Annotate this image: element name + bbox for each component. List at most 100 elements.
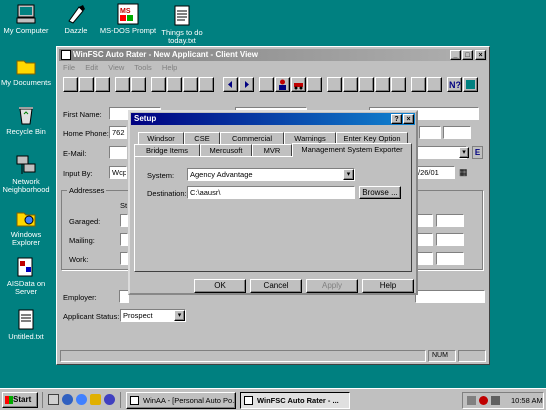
cut-icon[interactable] (151, 77, 166, 92)
help-icon[interactable]: N? (447, 77, 462, 92)
network-icon (15, 154, 37, 176)
tab-mercusoft[interactable]: Mercusoft (200, 144, 252, 156)
tool-icon-3[interactable] (359, 77, 374, 92)
toolbar: N? (61, 77, 486, 94)
email-label: E-Mail: (63, 149, 87, 158)
phone-field-2[interactable] (419, 126, 441, 139)
tab-cse[interactable]: CSE (184, 132, 220, 144)
app-title-bar[interactable]: WinFSC Auto Rater - New Applicant - Clie… (59, 49, 487, 61)
email-dropdown-button[interactable]: ▾ (459, 147, 469, 158)
tab-mvr[interactable]: MVR (252, 144, 292, 156)
prev-icon[interactable] (223, 77, 238, 92)
email-field[interactable] (109, 146, 127, 159)
calendar-icon[interactable]: ▦ (459, 166, 470, 179)
start-button[interactable]: Start (2, 392, 38, 408)
email-e-button[interactable]: E (472, 146, 483, 159)
taskbar-item-winaa[interactable]: WinAA - [Personal Auto Po... (126, 392, 236, 409)
driver-icon[interactable] (307, 77, 322, 92)
delete-icon[interactable] (199, 77, 214, 92)
list-icon[interactable] (427, 77, 442, 92)
desktop-icon-label: AISData on Server (6, 279, 46, 296)
grid-icon[interactable] (411, 77, 426, 92)
mailing-street-field[interactable] (120, 233, 128, 246)
quick-launch-mail-icon[interactable] (90, 394, 101, 405)
date-field[interactable]: /26/01 (415, 166, 455, 179)
tray-icon-2[interactable] (479, 396, 488, 405)
car-icon[interactable] (291, 77, 306, 92)
desktop-icon-label: MS-DOS Prompt (99, 26, 157, 35)
menu-edit[interactable]: Edit (85, 63, 98, 72)
desktop-icon-my-documents[interactable]: My Documents (0, 55, 56, 87)
minimize-button[interactable]: _ (450, 50, 461, 60)
taskbar-item-winfsc[interactable]: WinFSC Auto Rater - ... (240, 392, 350, 409)
calc-icon[interactable] (391, 77, 406, 92)
setup-title-bar[interactable]: Setup ? × (131, 113, 415, 125)
open-icon[interactable] (79, 77, 94, 92)
system-select[interactable]: Agency Advantage (187, 168, 355, 181)
menu-view[interactable]: View (108, 63, 124, 72)
chevron-down-icon[interactable]: ▾ (343, 169, 354, 180)
desktop-icon-label: Dazzle (64, 26, 88, 35)
desktop-icon-recycle-bin[interactable]: Recycle Bin (0, 104, 56, 136)
tray-icon-1[interactable] (467, 396, 476, 405)
tab-bridge-items[interactable]: Bridge Items (134, 144, 200, 156)
quick-launch-browser-icon[interactable] (76, 394, 87, 405)
person-icon[interactable] (275, 77, 290, 92)
ok-button[interactable]: OK (194, 279, 246, 293)
next-icon[interactable] (239, 77, 254, 92)
new-icon[interactable] (63, 77, 78, 92)
menu-file[interactable]: File (63, 63, 75, 72)
cancel-button[interactable]: Cancel (250, 279, 302, 293)
preview-icon[interactable] (131, 77, 146, 92)
phone-field-3[interactable] (443, 126, 471, 139)
garaged-zip-field[interactable] (436, 214, 464, 227)
input-by-label: Input By: (63, 169, 93, 178)
copy-icon[interactable] (167, 77, 182, 92)
dialog-help-button[interactable]: ? (391, 114, 402, 124)
tab-management-system-exporter[interactable]: Management System Exporter (292, 143, 412, 157)
destination-input[interactable]: C:\aausr\ (187, 186, 355, 199)
clock[interactable]: 10:58 AM (511, 396, 543, 405)
menu-tools[interactable]: Tools (134, 63, 152, 72)
tab-commercial[interactable]: Commercial (220, 132, 284, 144)
tool-icon-4[interactable] (375, 77, 390, 92)
chevron-down-icon[interactable]: ▾ (174, 310, 185, 321)
desktop-icon-untitled[interactable]: Untitled.txt (0, 309, 56, 341)
desktop-icon-dazzle[interactable]: Dazzle (46, 3, 106, 35)
home-phone-field[interactable]: 762 (109, 126, 127, 139)
save-icon[interactable] (95, 77, 110, 92)
status-pane-extra (458, 350, 486, 362)
maximize-button[interactable]: □ (462, 50, 473, 60)
apply-button[interactable]: Apply (306, 279, 358, 293)
menu-help[interactable]: Help (162, 63, 177, 72)
desktop-icon-windows-explorer[interactable]: Windows Explorer (0, 207, 56, 247)
quick-launch-ie-icon[interactable] (62, 394, 73, 405)
garaged-street-field[interactable] (120, 214, 128, 227)
input-by-field[interactable]: Wcp (109, 166, 127, 179)
tab-windsor[interactable]: Windsor (138, 132, 184, 144)
paste-icon[interactable] (183, 77, 198, 92)
quick-launch-icon[interactable] (104, 394, 115, 405)
volume-icon[interactable] (491, 396, 500, 405)
coverage-icon[interactable] (327, 77, 342, 92)
svg-text:MS: MS (120, 8, 131, 15)
browse-button[interactable]: Browse ... (359, 186, 401, 199)
close-button[interactable]: × (475, 50, 486, 60)
tool-icon-2[interactable] (343, 77, 358, 92)
desktop-icon-aisdata[interactable]: AISData on Server (0, 256, 56, 296)
desktop-icon-ms-dos[interactable]: MS MS-DOS Prompt (98, 3, 158, 35)
page-icon[interactable] (259, 77, 274, 92)
exit-icon[interactable] (463, 77, 478, 92)
mailing-zip-field[interactable] (436, 233, 464, 246)
work-street-field[interactable] (120, 252, 128, 265)
text-file-icon (15, 309, 37, 331)
desktop-icon-things-to-do[interactable]: Things to do today.txt (152, 5, 212, 45)
help-button[interactable]: Help (362, 279, 414, 293)
print-icon[interactable] (115, 77, 130, 92)
quick-launch-desktop-icon[interactable] (48, 394, 59, 405)
work-zip-field[interactable] (436, 252, 464, 265)
dazzle-icon (65, 3, 87, 25)
desktop-icon-network[interactable]: Network Neighborhood (0, 154, 56, 194)
employer-field-right[interactable] (415, 290, 485, 303)
dialog-close-button[interactable]: × (403, 114, 414, 124)
